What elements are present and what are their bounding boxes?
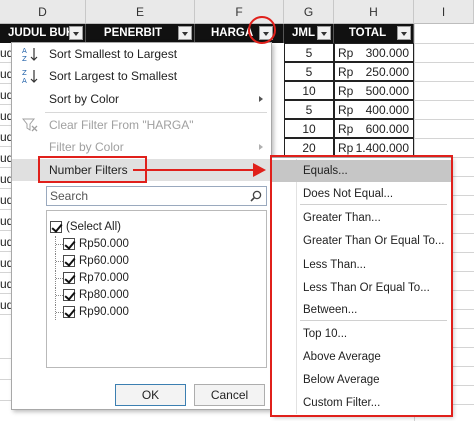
arrow-annotation [133,163,266,177]
